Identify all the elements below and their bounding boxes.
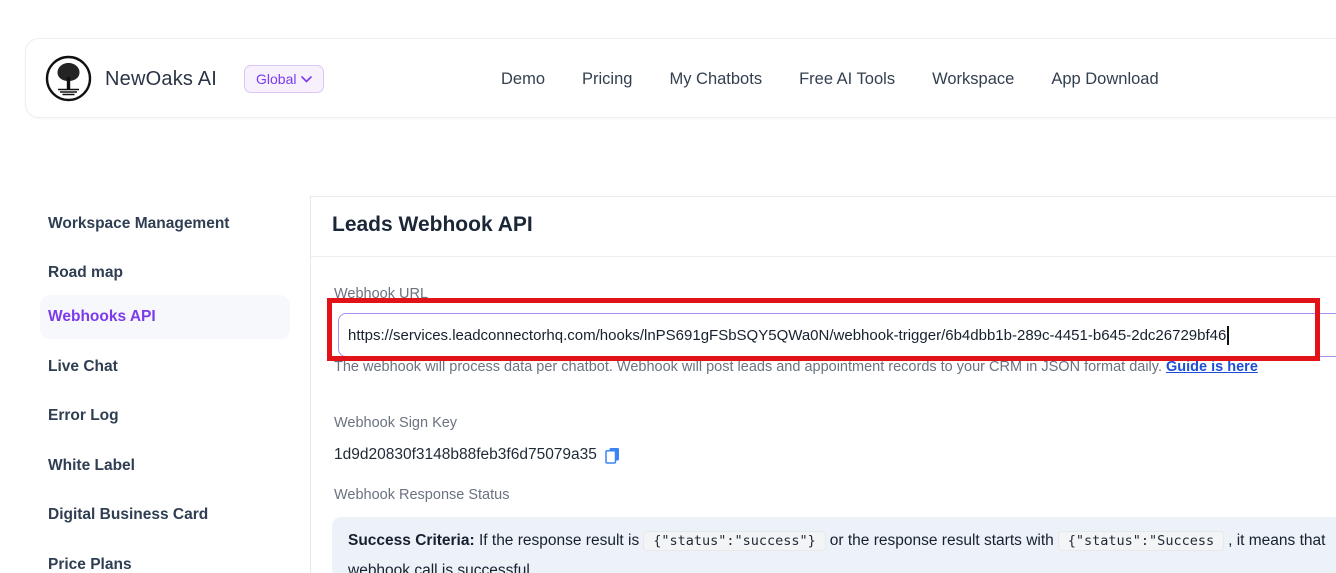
success-criteria-text-line2: webhook call is successful. <box>348 562 1336 573</box>
sidebar-item-error-log[interactable]: Error Log <box>40 394 290 438</box>
sidebar-item-live-chat[interactable]: Live Chat <box>40 345 290 389</box>
nav-item-workspace[interactable]: Workspace <box>932 70 1014 89</box>
webhook-sign-key-value: 1d9d20830f3148b88feb3f6d75079a35 <box>334 446 597 464</box>
page-title: Leads Webhook API <box>332 213 533 237</box>
webhook-sign-key-row: 1d9d20830f3148b88feb3f6d75079a35 <box>334 446 620 464</box>
nav-item-free-ai-tools[interactable]: Free AI Tools <box>799 70 895 89</box>
copy-icon[interactable] <box>605 447 620 464</box>
sidebar-item-webhooks-api[interactable]: Webhooks API <box>40 295 290 339</box>
chevron-down-icon <box>301 76 312 83</box>
sidebar-item-road-map[interactable]: Road map <box>40 251 290 295</box>
sidebar-item-digital-business-card[interactable]: Digital Business Card <box>40 493 290 537</box>
nav-item-app-download[interactable]: App Download <box>1051 70 1158 89</box>
webhook-response-status-label: Webhook Response Status <box>334 487 509 503</box>
webhook-url-help-text: The webhook will process data per chatbo… <box>334 359 1258 375</box>
guide-link[interactable]: Guide is here <box>1166 359 1258 375</box>
code-snippet-success: {"status":"success"} <box>643 531 826 551</box>
success-criteria-box: Success Criteria: If the response result… <box>332 517 1336 573</box>
oak-tree-logo-icon <box>45 55 92 102</box>
webhook-url-label: Webhook URL <box>334 286 428 302</box>
text-caret <box>1227 326 1229 345</box>
top-header-bar: NewOaks AI Global Demo Pricing My Chatbo… <box>25 38 1336 118</box>
success-criteria-text: Success Criteria: If the response result… <box>348 531 1336 551</box>
sidebar-item-price-plans[interactable]: Price Plans <box>40 543 290 573</box>
region-label: Global <box>256 71 296 87</box>
region-selector[interactable]: Global <box>244 65 324 93</box>
page: NewOaks AI Global Demo Pricing My Chatbo… <box>0 0 1336 573</box>
sidebar-item-white-label[interactable]: White Label <box>40 444 290 488</box>
webhook-url-input[interactable]: https://services.leadconnectorhq.com/hoo… <box>338 313 1336 357</box>
webhook-url-value: https://services.leadconnectorhq.com/hoo… <box>348 327 1226 344</box>
title-divider <box>311 256 1336 257</box>
nav-item-my-chatbots[interactable]: My Chatbots <box>669 70 762 89</box>
nav-item-demo[interactable]: Demo <box>501 70 545 89</box>
nav-item-pricing[interactable]: Pricing <box>582 70 632 89</box>
main-nav: Demo Pricing My Chatbots Free AI Tools W… <box>501 39 1159 119</box>
code-snippet-success-prefix: {"status":"Success <box>1058 531 1224 551</box>
webhook-sign-key-label: Webhook Sign Key <box>334 415 457 431</box>
sidebar-item-workspace-management[interactable]: Workspace Management <box>40 202 290 246</box>
brand-name: NewOaks AI <box>105 39 217 119</box>
